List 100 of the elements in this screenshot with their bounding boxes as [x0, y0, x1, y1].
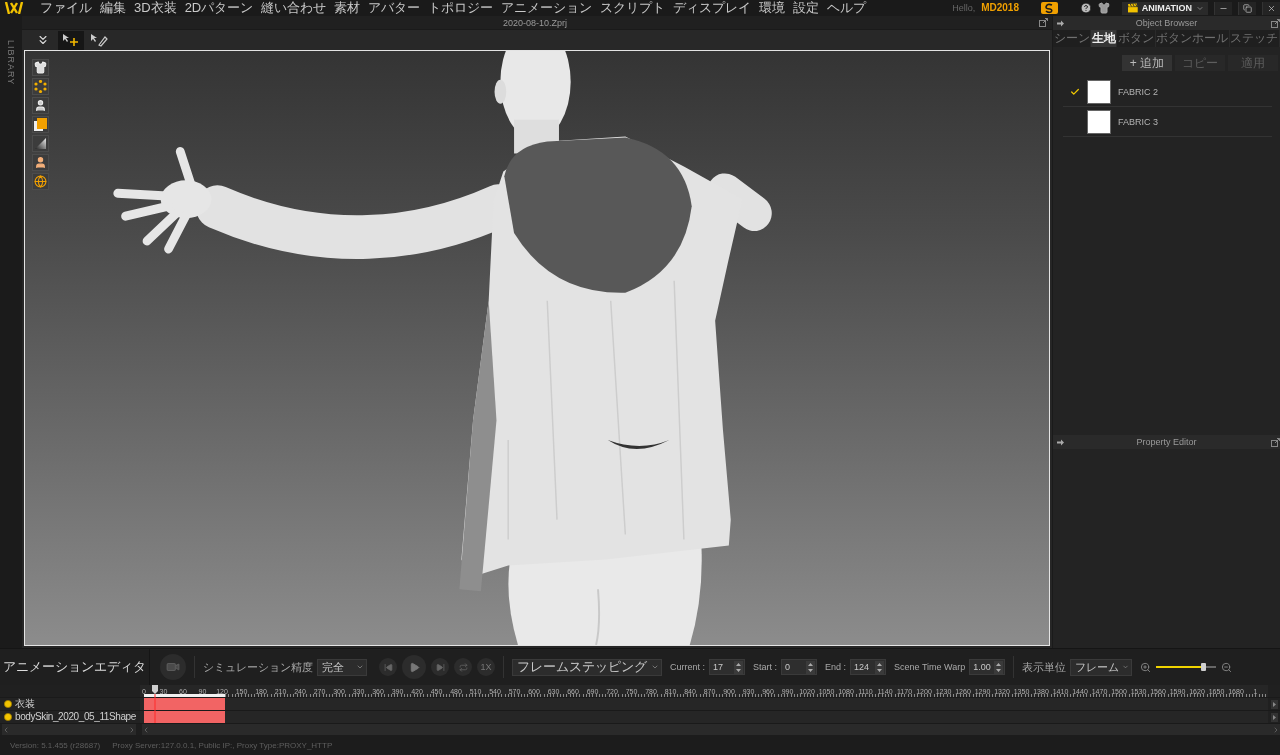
- detach-icon[interactable]: [1039, 18, 1048, 27]
- play-button[interactable]: [402, 655, 426, 679]
- horizontal-scrollbar[interactable]: [2, 724, 136, 735]
- skip-forward-button[interactable]: [431, 658, 449, 676]
- scroll-right-icon: [1272, 725, 1280, 734]
- caret-icon: [1122, 663, 1130, 671]
- spinner-icon[interactable]: [994, 660, 1004, 674]
- restore-icon: [1243, 3, 1252, 13]
- zoom-in-icon[interactable]: [1140, 661, 1152, 673]
- pointer-pen-icon: [90, 33, 108, 47]
- arrow-icon[interactable]: [1056, 438, 1064, 446]
- zoom-slider-thumb[interactable]: [1201, 663, 1207, 671]
- spinner-icon[interactable]: [875, 660, 885, 674]
- time-warp-field[interactable]: 1.00: [969, 659, 1006, 675]
- arrow-icon[interactable]: [1056, 19, 1064, 27]
- spinner-icon[interactable]: [734, 660, 743, 674]
- caret-icon: [651, 663, 659, 671]
- start-field[interactable]: 0: [781, 659, 818, 675]
- spinner-icon[interactable]: [806, 660, 816, 674]
- skip-back-button[interactable]: [379, 658, 397, 676]
- close-button[interactable]: [1262, 1, 1280, 15]
- end-field[interactable]: 124: [850, 659, 887, 675]
- simulation-quality-dropdown[interactable]: 完全: [317, 658, 367, 676]
- track-dot-icon: [4, 700, 12, 708]
- caret-icon: [356, 663, 364, 671]
- document-title: 2020-08-10.Zprj: [502, 17, 567, 28]
- double-chevron-icon: [36, 33, 50, 47]
- track-name[interactable]: bodySkin_2020_05_11Shape: [15, 711, 136, 723]
- view-tool-button[interactable]: [32, 97, 49, 114]
- editor-title: アニメーションエディタ: [3, 658, 146, 676]
- view-tool-button[interactable]: [32, 135, 49, 152]
- menu-item[interactable]: アバター: [368, 0, 421, 16]
- detach-icon[interactable]: [1271, 18, 1280, 28]
- view-tool-button[interactable]: [32, 59, 49, 76]
- menu-item[interactable]: 編集: [100, 0, 126, 16]
- panel-tab[interactable]: 生地: [1091, 30, 1118, 47]
- greeting-text: Hello,: [952, 2, 976, 14]
- skip-back-icon: [383, 662, 393, 672]
- globe-icon: [34, 175, 47, 188]
- zoom-out-icon[interactable]: [1221, 661, 1233, 673]
- view-tool-button[interactable]: [32, 116, 49, 133]
- menu-item[interactable]: 環境: [759, 0, 786, 16]
- shirt-icon: [34, 61, 47, 74]
- view-tool-button[interactable]: [32, 173, 49, 190]
- fabric-swatch-icon: [1087, 109, 1111, 134]
- dots-ring-icon: [34, 80, 47, 93]
- animation-clip[interactable]: [144, 711, 225, 723]
- fabric-name: FABRIC 2: [1118, 86, 1158, 97]
- fabric-list-item[interactable]: FABRIC 3: [1063, 107, 1272, 137]
- menu-item[interactable]: ヘルプ: [827, 0, 867, 16]
- fabric-list-item[interactable]: FABRIC 2: [1063, 77, 1272, 107]
- close-icon: [1267, 3, 1276, 13]
- current-field[interactable]: 17: [709, 659, 745, 675]
- loop-icon: [458, 662, 468, 672]
- menu-item[interactable]: 素材: [334, 0, 361, 16]
- minimize-button[interactable]: [1214, 1, 1232, 15]
- app-logo-icon: [4, 2, 24, 14]
- field-label: Start :: [753, 662, 778, 672]
- library-tab[interactable]: LIBRARY: [6, 40, 16, 86]
- timeline-scrollbar[interactable]: [142, 724, 1280, 735]
- panel-tab[interactable]: ステッチ: [1229, 30, 1280, 47]
- menu-item[interactable]: 3D衣装: [134, 0, 177, 16]
- display-unit-dropdown[interactable]: フレーム: [1070, 658, 1133, 676]
- playhead-marker[interactable]: [150, 685, 161, 723]
- camera-icon: [166, 660, 180, 674]
- scroll-arrow-icon[interactable]: [1270, 699, 1278, 709]
- fabric-swatch-icon: [1087, 79, 1111, 104]
- mode-dropdown[interactable]: ANIMATION: [1122, 1, 1208, 15]
- menu-item[interactable]: 2Dパターン: [184, 0, 254, 16]
- shirt-icon[interactable]: [1098, 2, 1110, 14]
- person-icon: [34, 99, 47, 112]
- menu-item[interactable]: 縫い合わせ: [261, 0, 327, 16]
- menu-item[interactable]: アニメーション: [501, 0, 593, 16]
- action-button[interactable]: + 追加: [1122, 55, 1172, 71]
- view-tool-button[interactable]: [32, 154, 49, 171]
- menu-item[interactable]: スクリプト: [600, 0, 666, 16]
- view-tool-button[interactable]: [32, 78, 49, 95]
- panel-title: Object Browser: [1135, 18, 1198, 28]
- tool-button[interactable]: [58, 30, 84, 50]
- pointer-plus-icon: [62, 33, 80, 47]
- field-label: シミュレーション精度: [203, 659, 313, 675]
- menu-item[interactable]: ディスプレイ: [673, 0, 752, 16]
- menu-item[interactable]: 設定: [793, 0, 820, 16]
- frame-stepping-dropdown[interactable]: フレームステッピング: [512, 658, 662, 676]
- menu-item[interactable]: トポロジー: [428, 0, 494, 16]
- restore-button[interactable]: [1238, 1, 1256, 15]
- skip-forward-icon: [435, 662, 445, 672]
- scroll-arrow-icon[interactable]: [1270, 712, 1278, 722]
- scroll-left-icon: [142, 725, 150, 734]
- field-label: 表示単位: [1022, 659, 1067, 675]
- shade-icon: [34, 137, 47, 150]
- panel-title: Property Editor: [1136, 437, 1197, 447]
- field-label: End :: [825, 662, 847, 672]
- menu-item[interactable]: ファイル: [40, 0, 92, 16]
- sync-icon[interactable]: [1041, 2, 1058, 14]
- help-icon[interactable]: [1080, 2, 1092, 14]
- track-name[interactable]: 衣装: [15, 698, 35, 710]
- user-name: MD2018: [981, 2, 1019, 14]
- animation-clip[interactable]: [144, 698, 225, 710]
- detach-icon[interactable]: [1271, 437, 1280, 447]
